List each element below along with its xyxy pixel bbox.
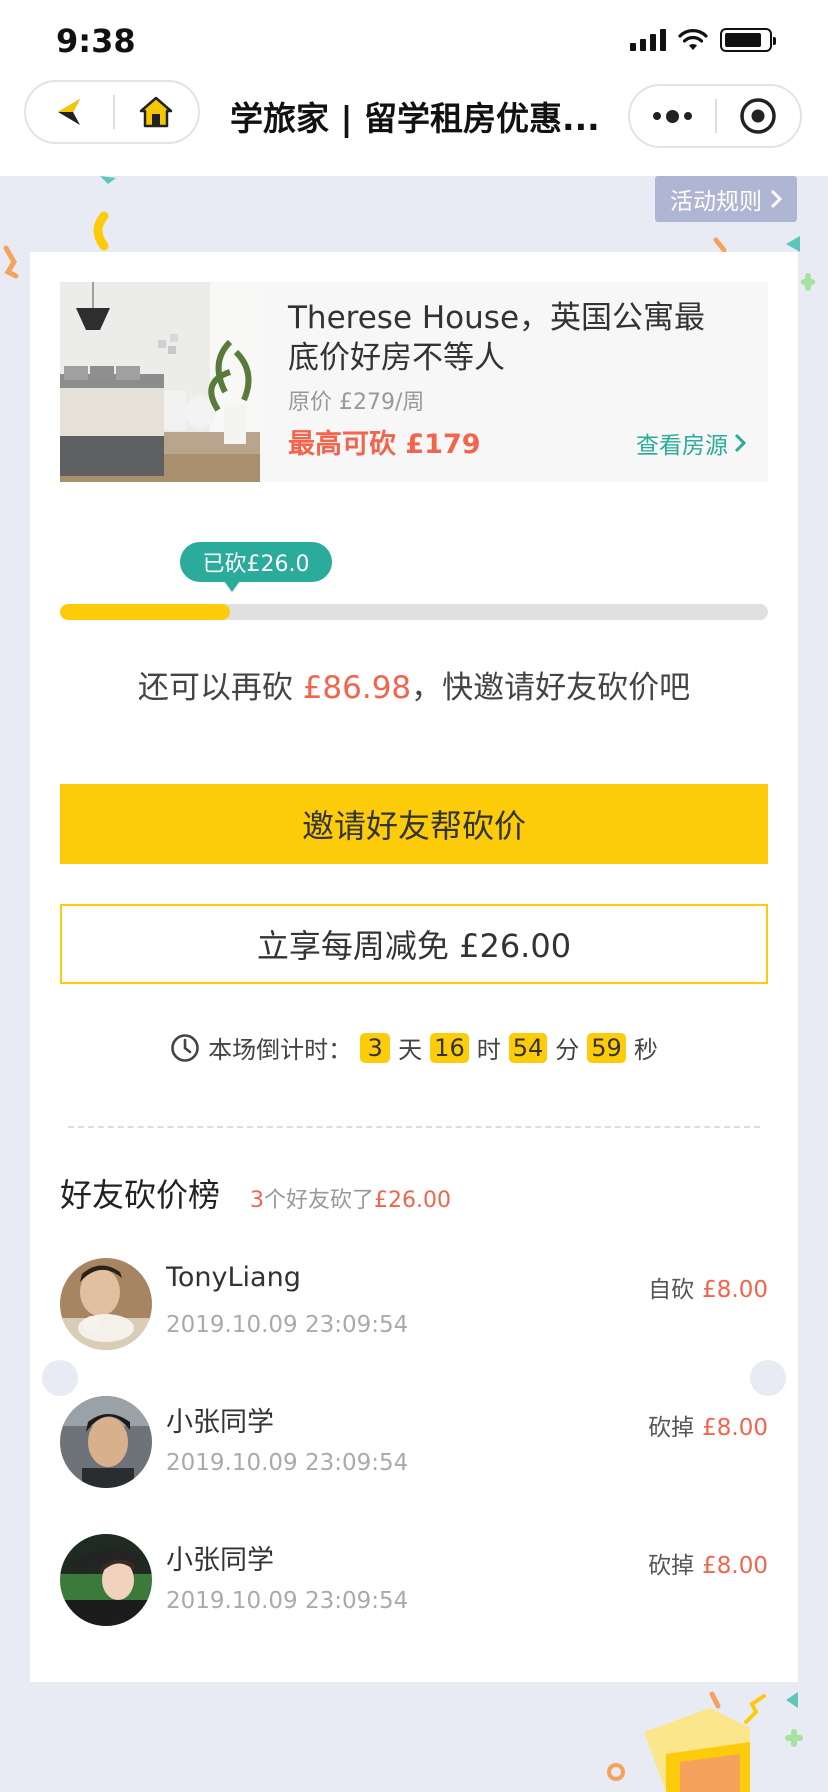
friend-cut-amount: £8.00 xyxy=(702,1415,768,1441)
ranking-summary: 3个好友砍了£26.00 xyxy=(250,1182,451,1214)
bargain-card: Therese House，英国公寓最底价好房不等人 原价 £279/周 最高可… xyxy=(30,252,798,1682)
friend-cut-action: 砍掉 xyxy=(648,1553,695,1579)
battery-icon xyxy=(720,28,776,52)
house-card[interactable]: Therese House，英国公寓最底价好房不等人 原价 £279/周 最高可… xyxy=(60,282,768,482)
ranking-summary-text: 个好友砍了 xyxy=(264,1188,375,1213)
remaining-suffix: ，快邀请好友砍价吧 xyxy=(411,670,691,706)
ranking-title: 好友砍价榜 xyxy=(60,1176,221,1214)
friend-cut-amount: £8.00 xyxy=(702,1277,768,1303)
friend-cut: 自砍 £8.00 xyxy=(648,1270,768,1304)
friend-row: TonyLiang 2019.10.09 23:09:54 自砍 £8.00 xyxy=(60,1258,768,1350)
friend-time: 2019.10.09 23:09:54 xyxy=(166,1312,409,1338)
friend-name: 小张同学 xyxy=(166,1407,274,1438)
ranking-count: 3 xyxy=(250,1188,264,1213)
countdown-minutes: 54 xyxy=(508,1032,548,1063)
invite-friends-button[interactable]: 邀请好友帮砍价 xyxy=(60,784,768,864)
nav-bar: 学旅家 | 留学租房优惠... xyxy=(0,80,828,176)
house-photo xyxy=(60,282,260,482)
friend-name: TonyLiang xyxy=(166,1262,301,1293)
friend-cut-action: 自砍 xyxy=(648,1277,695,1303)
original-price: 原价 £279/周 xyxy=(288,390,425,415)
cut-amount-tooltip: 已砍£26.0 xyxy=(180,542,332,592)
ticket-notch-right xyxy=(750,1360,786,1396)
countdown-label: 本场倒计时： xyxy=(208,1036,353,1064)
remaining-amount: £86.98 xyxy=(302,670,412,706)
chevron-right-icon xyxy=(770,189,782,209)
avatar xyxy=(60,1534,152,1626)
friend-cut: 砍掉 £8.00 xyxy=(648,1408,768,1442)
signal-icon xyxy=(630,29,666,51)
weekly-discount-button[interactable]: 立享每周减免 £26.00 xyxy=(60,904,768,984)
chevron-right-icon xyxy=(734,433,746,453)
wifi-icon xyxy=(678,29,708,50)
back-arrow-icon xyxy=(58,99,81,125)
remaining-prefix: 还可以再砍 xyxy=(137,670,303,706)
avatar xyxy=(60,1258,152,1350)
more-button[interactable] xyxy=(630,86,715,146)
status-time: 9:38 xyxy=(56,22,136,60)
activity-rules-label: 活动规则 xyxy=(670,189,762,215)
countdown-days-unit: 天 xyxy=(398,1036,423,1064)
countdown-days: 3 xyxy=(360,1032,391,1063)
countdown-minutes-unit: 分 xyxy=(555,1036,580,1064)
clock-icon xyxy=(171,1033,199,1062)
friend-row: 小张同学 2019.10.09 23:09:54 砍掉 £8.00 xyxy=(60,1534,768,1626)
friend-row: 小张同学 2019.10.09 23:09:54 砍掉 £8.00 xyxy=(60,1396,768,1488)
countdown-seconds-unit: 秒 xyxy=(633,1036,658,1064)
back-button[interactable] xyxy=(26,82,113,142)
max-cut-price: 最高可砍 £179 xyxy=(288,429,481,460)
home-button[interactable] xyxy=(115,82,198,142)
nav-capsule-right xyxy=(628,84,802,148)
countdown-hours-unit: 时 xyxy=(476,1036,501,1064)
avatar xyxy=(60,1396,152,1488)
house-title: Therese House，英国公寓最底价好房不等人 xyxy=(288,300,706,376)
friend-time: 2019.10.09 23:09:54 xyxy=(166,1450,409,1476)
friend-time: 2019.10.09 23:09:54 xyxy=(166,1588,409,1614)
view-house-link[interactable]: 查看房源 xyxy=(636,426,746,460)
countdown: 本场倒计时： 3 天 16 时 54 分 59 秒 xyxy=(30,1030,798,1065)
countdown-seconds: 59 xyxy=(587,1032,626,1063)
bargain-progress-bar xyxy=(60,604,768,620)
friend-cut-amount: £8.00 xyxy=(702,1553,768,1579)
remaining-text: 还可以再砍 £86.98，快邀请好友砍价吧 xyxy=(30,662,798,707)
view-house-label: 查看房源 xyxy=(636,433,728,459)
activity-rules-button[interactable]: 活动规则 xyxy=(655,176,797,222)
home-icon xyxy=(140,96,173,128)
friend-name: 小张同学 xyxy=(166,1545,274,1576)
status-icons xyxy=(630,28,776,52)
dashed-divider xyxy=(68,1126,760,1128)
nav-capsule-left xyxy=(24,80,200,144)
ranking-total: £26.00 xyxy=(374,1188,451,1213)
bargain-progress-fill xyxy=(60,604,230,620)
gift-box-decoration xyxy=(607,1691,803,1792)
close-miniprogram-button[interactable] xyxy=(717,86,800,146)
countdown-hours: 16 xyxy=(430,1032,469,1063)
friend-cut: 砍掉 £8.00 xyxy=(648,1546,768,1580)
ticket-notch-left xyxy=(42,1360,78,1396)
target-icon xyxy=(740,98,777,134)
page-title: 学旅家 | 留学租房优惠... xyxy=(230,99,600,138)
status-bar: 9:38 xyxy=(0,0,828,80)
friend-cut-action: 砍掉 xyxy=(648,1415,695,1441)
